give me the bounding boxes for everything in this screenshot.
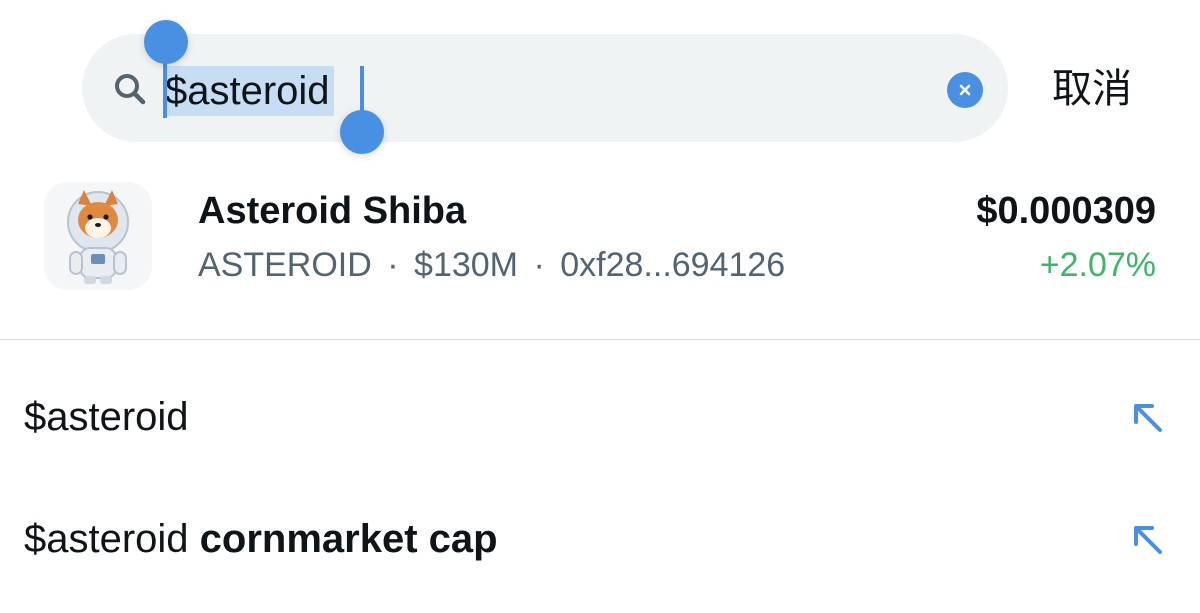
meta-separator: · [387,246,399,284]
shiba-astronaut-avatar-icon [44,182,152,290]
meta-separator: · [533,246,545,284]
section-divider [0,339,1200,340]
token-result-row[interactable]: Asteroid Shiba ASTEROID · $130M · 0xf28.… [0,170,1200,300]
suggestion-prefix: $asteroid [24,395,189,439]
search-query-text: $asteroid [165,69,330,113]
cancel-button[interactable]: 取消 [1052,62,1132,116]
arrow-up-left-icon[interactable] [1128,398,1168,438]
search-suggestion-item[interactable]: $asteroid cornmarket cap [0,484,1200,594]
search-input[interactable]: $asteroid [165,66,334,116]
selection-end-handle[interactable] [340,110,384,154]
token-price-change: +2.07% [1039,246,1156,284]
search-suggestion-item[interactable]: $asteroid [0,362,1200,472]
arrow-up-left-icon[interactable] [1128,520,1168,560]
token-name: Asteroid Shiba [198,190,467,232]
suggestion-text: $asteroid cornmarket cap [24,514,498,564]
selection-start-bar [163,58,167,118]
close-icon [959,84,971,96]
clear-search-button[interactable] [947,72,983,108]
token-meta: ASTEROID · $130M · 0xf28...694126 [198,244,785,286]
token-market-cap: $130M [414,246,519,284]
selection-start-handle[interactable] [144,20,188,64]
search-icon [115,74,146,105]
suggestion-prefix: $asteroid [24,517,200,561]
suggestion-text: $asteroid [24,392,189,442]
suggestion-completion: cornmarket cap [199,517,498,561]
token-ticker: ASTEROID [198,246,372,284]
token-price: $0.000309 [976,190,1156,232]
token-address: 0xf28...694126 [560,246,786,284]
